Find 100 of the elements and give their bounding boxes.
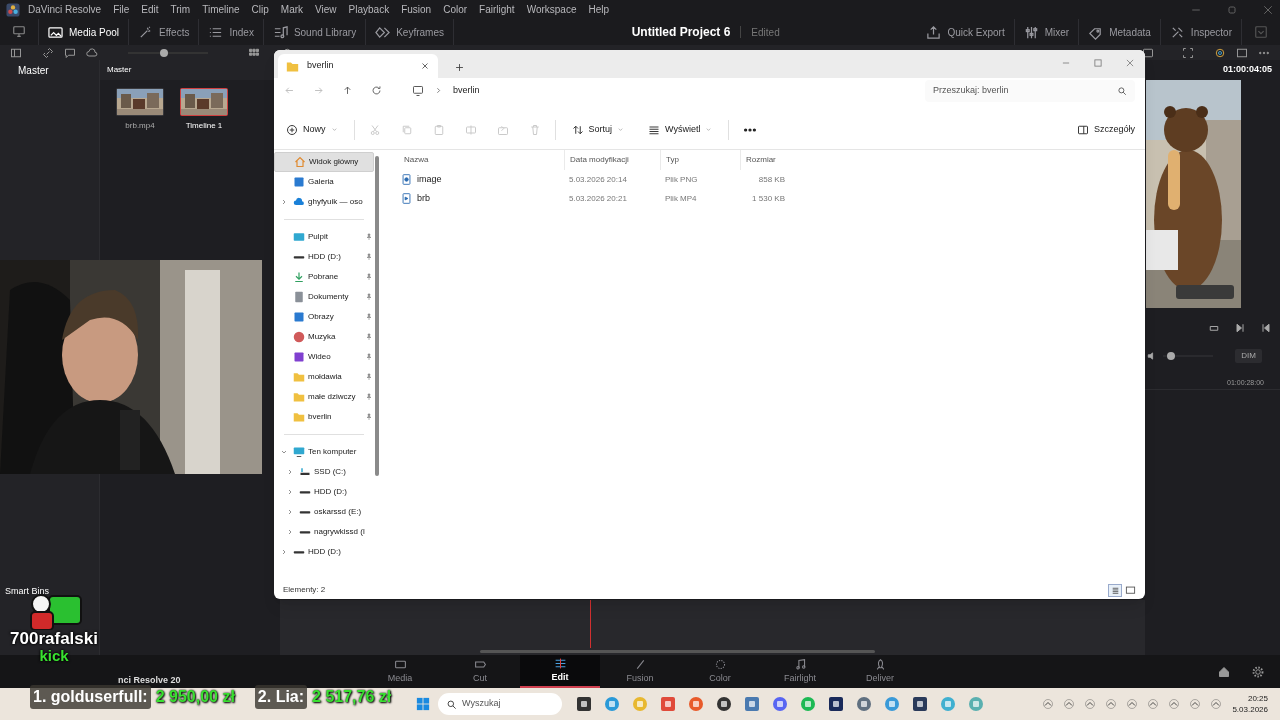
details-view-button[interactable] (1108, 583, 1122, 597)
nav-item[interactable]: HDD (D:) (274, 542, 374, 562)
pin-icon[interactable] (365, 413, 373, 421)
focus-icon[interactable] (1182, 46, 1194, 59)
panel-icon[interactable] (1254, 25, 1268, 39)
comment-icon[interactable] (64, 46, 76, 59)
menu-item[interactable]: Mark (280, 2, 304, 17)
grid-view-icon[interactable] (248, 46, 260, 59)
menu-item[interactable]: View (315, 2, 337, 17)
skip-end-icon[interactable] (1260, 322, 1272, 334)
nav-item[interactable]: Ten komputer (274, 442, 374, 462)
address-bar[interactable]: bverlin (406, 79, 906, 102)
next-frame-icon[interactable] (1234, 322, 1246, 334)
close-icon[interactable] (1262, 3, 1274, 16)
file-row[interactable]: image 5.03.2026 20:14 Plik PNG 858 KB (399, 170, 1145, 189)
nav-item[interactable]: Dokumenty (274, 287, 374, 307)
frame-icon[interactable] (1236, 46, 1248, 59)
file-row[interactable]: brb 5.03.2026 20:21 Plik MP4 1 530 KB (399, 189, 1145, 208)
menu-item[interactable]: Fusion (401, 2, 432, 17)
details-pane-button[interactable]: Szczegóły (1076, 122, 1135, 137)
task-view-icon[interactable] (576, 696, 592, 712)
chevron-right-icon[interactable] (286, 528, 294, 536)
menu-item[interactable]: Playback (348, 2, 390, 17)
forward-icon[interactable] (313, 85, 324, 96)
menu-item[interactable]: Edit (141, 2, 159, 17)
chevron-up-icon[interactable] (1042, 698, 1055, 710)
close-icon[interactable] (420, 61, 430, 71)
nav-item[interactable]: HDD (D:) (274, 482, 374, 502)
column-header[interactable]: Rozmiar (746, 154, 776, 166)
menu-item[interactable]: Help (588, 2, 610, 17)
bin-header[interactable]: Master (18, 62, 49, 78)
menu-item[interactable]: Color (443, 2, 468, 17)
pin-icon[interactable] (365, 313, 373, 321)
nav-item[interactable]: nagrywkissd (l (274, 522, 374, 542)
close-icon[interactable] (1125, 58, 1135, 68)
chevron-right-icon[interactable] (286, 488, 294, 496)
start-icon[interactable] (416, 697, 430, 711)
link-icon[interactable] (42, 46, 54, 59)
column-header[interactable]: Data modyfikacji (570, 154, 629, 166)
dim-button[interactable]: DIM (1235, 349, 1262, 363)
menu-item[interactable]: Clip (251, 2, 269, 17)
search-input[interactable]: Przeszukaj: bverlin (933, 83, 1117, 98)
chevron-right-icon[interactable] (280, 548, 288, 556)
timeline-scrollbar[interactable] (480, 650, 875, 653)
nav-item[interactable]: Muzyka (274, 327, 374, 347)
home-icon[interactable] (1218, 665, 1230, 678)
cloud-icon[interactable] (86, 46, 98, 59)
nav-item[interactable]: małe dziwczy (274, 387, 374, 407)
nav-item[interactable]: Galeria (274, 172, 374, 192)
nav-item[interactable]: Pulpit (274, 227, 374, 247)
tiles-view-icon[interactable] (1125, 584, 1136, 596)
search-field[interactable]: Wyszukaj (438, 693, 562, 715)
command-button[interactable]: Nowy (284, 117, 340, 142)
up-icon[interactable] (342, 85, 353, 96)
page-tab[interactable]: Color (680, 655, 760, 688)
nav-item[interactable]: ghyfyuik — oso (274, 192, 374, 212)
chevron-right-icon[interactable] (280, 198, 288, 206)
search-field[interactable]: Przeszukaj: bverlin (925, 79, 1135, 102)
nav-item[interactable]: bverlin (274, 407, 374, 427)
search-input[interactable]: Wyszukaj (462, 697, 552, 711)
zoom-slider[interactable] (160, 48, 169, 57)
refresh-icon[interactable] (371, 85, 382, 96)
nav-item[interactable]: Pobrane (274, 267, 374, 287)
settings-icon[interactable] (1252, 665, 1264, 678)
page-tab[interactable]: Media (360, 655, 440, 688)
command-button[interactable]: Wyświetl (646, 117, 715, 142)
nav-item[interactable]: mołdawia (274, 367, 374, 387)
pin-icon[interactable] (365, 293, 373, 301)
pin-icon[interactable] (365, 353, 373, 361)
chevron-down-icon[interactable] (280, 448, 288, 456)
nav-item[interactable]: Widok główny (274, 152, 374, 172)
chevron-right-icon[interactable] (286, 508, 294, 516)
explorer-tab[interactable]: bverlin (278, 54, 438, 78)
new-tab-icon[interactable] (454, 62, 465, 73)
pin-icon[interactable] (365, 273, 373, 281)
menu-item[interactable]: Workspace (526, 2, 577, 17)
maximize-icon[interactable] (1093, 58, 1103, 68)
monitor-icon[interactable] (12, 25, 26, 39)
pin-icon[interactable] (365, 333, 373, 341)
nav-item[interactable]: HDD (D:) (274, 247, 374, 267)
app-logo-icon[interactable] (6, 2, 20, 17)
page-tab[interactable]: Fairlight (760, 655, 840, 688)
page-tab[interactable]: Cut (440, 655, 520, 688)
menu-item[interactable]: Timeline (202, 2, 240, 17)
volume-slider[interactable] (1167, 352, 1176, 360)
command-button[interactable]: Sortuj (569, 117, 627, 142)
nav-item[interactable]: SSD (C:) (274, 462, 374, 482)
page-tab[interactable]: Fusion (600, 655, 680, 688)
nav-item[interactable]: Obrazy (274, 307, 374, 327)
pin-icon[interactable] (365, 373, 373, 381)
restore-icon[interactable] (1226, 3, 1238, 16)
page-tab[interactable]: Deliver (840, 655, 920, 688)
sidebar-toggle-icon[interactable] (10, 46, 22, 59)
back-icon[interactable] (284, 85, 295, 96)
color-wheel-icon[interactable] (1214, 46, 1226, 59)
pin-icon[interactable] (365, 253, 373, 261)
menu-item[interactable]: Trim (170, 2, 191, 17)
column-header[interactable]: Nazwa (404, 154, 429, 166)
app-name[interactable]: DaVinci Resolve (28, 2, 102, 17)
page-tab[interactable]: Edit (520, 655, 600, 688)
